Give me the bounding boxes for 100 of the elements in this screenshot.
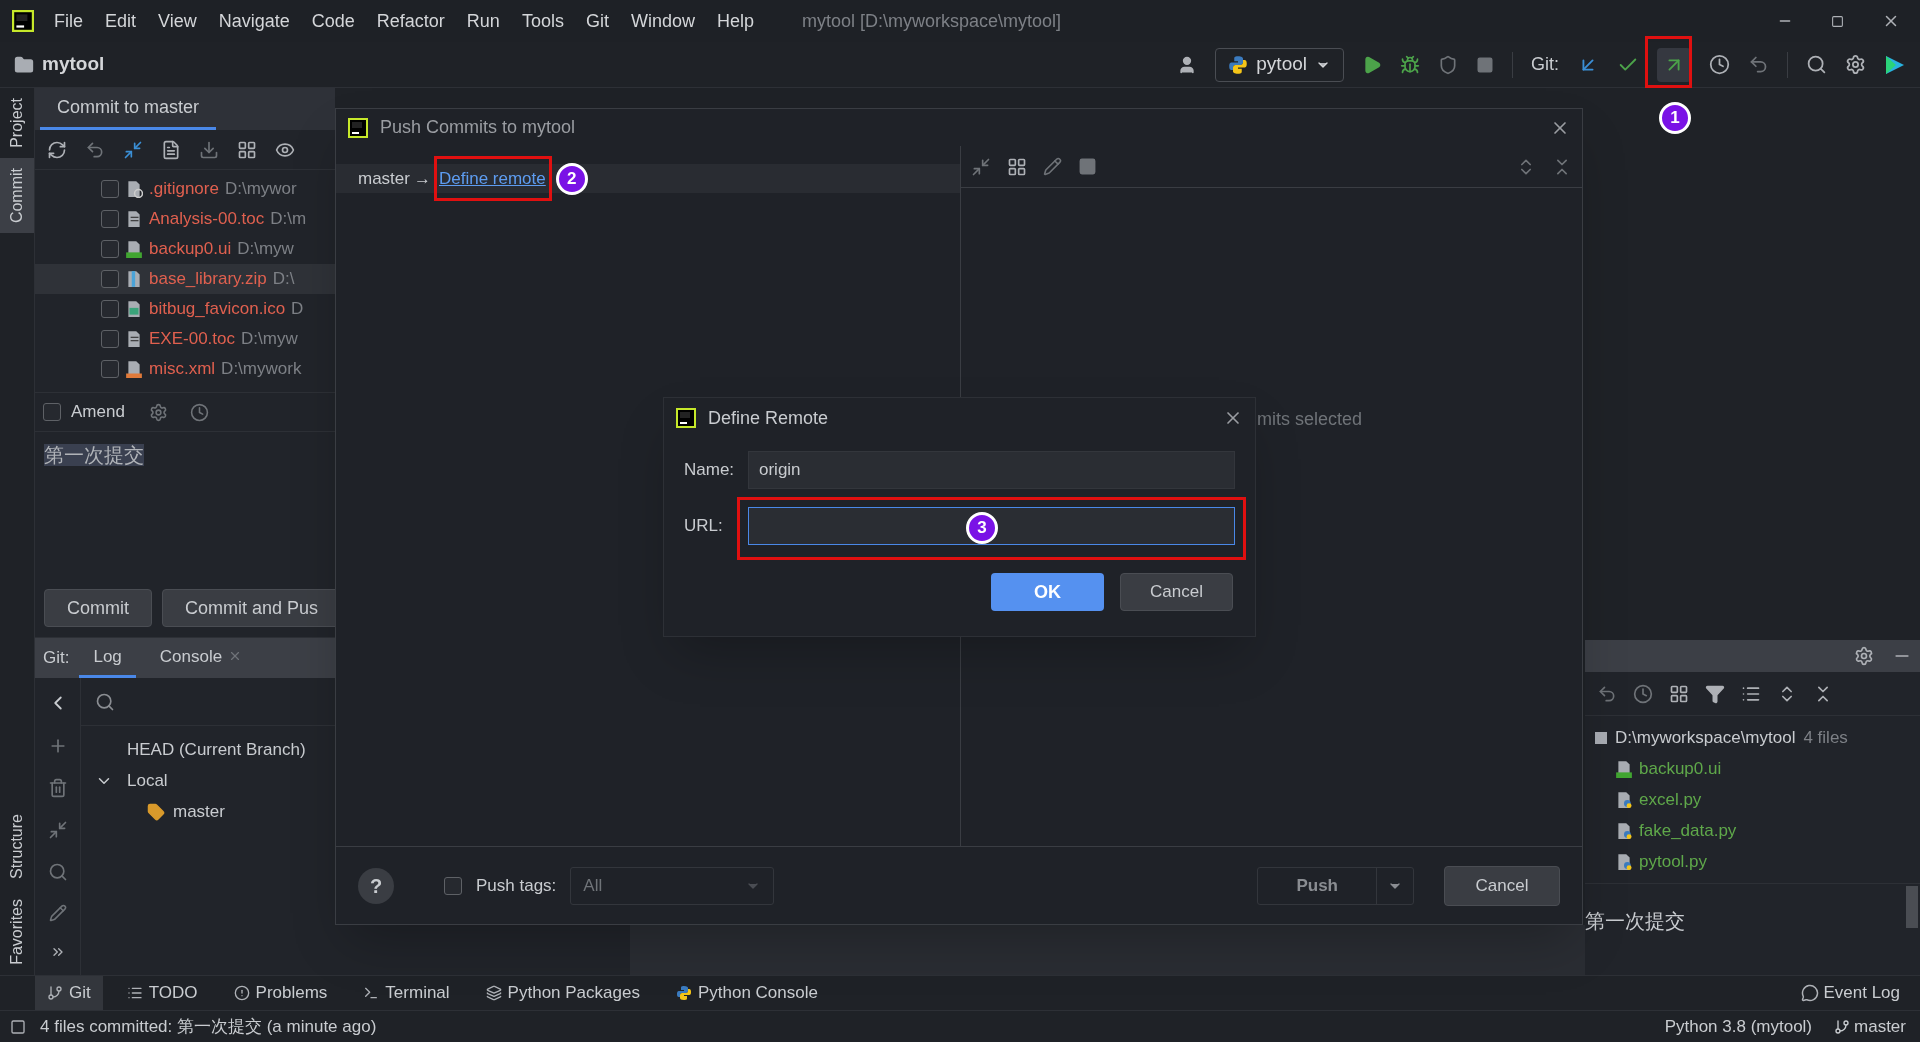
menu-item[interactable]: Navigate	[218, 7, 290, 35]
cancel-button[interactable]: Cancel	[1120, 573, 1233, 611]
help-button[interactable]: ?	[358, 867, 394, 904]
branch-status[interactable]: master	[1834, 1013, 1906, 1040]
checkbox[interactable]	[101, 360, 119, 378]
checkbox[interactable]	[101, 210, 119, 228]
run-config-dropdown[interactable]: pytool	[1215, 47, 1344, 82]
tool-window-button[interactable]: Problems	[221, 976, 340, 1010]
run-icon[interactable]	[1362, 54, 1382, 75]
commit-button[interactable]: Commit	[44, 589, 152, 627]
tool-window-button[interactable]: TODO	[114, 976, 210, 1010]
rollback-icon[interactable]	[1597, 683, 1617, 704]
download-icon[interactable]	[199, 139, 219, 160]
tool-window-button[interactable]: Terminal	[351, 976, 462, 1010]
checkbox[interactable]	[101, 180, 119, 198]
file-icon	[125, 300, 143, 318]
search-icon[interactable]	[1806, 54, 1827, 75]
pencil-icon[interactable]	[48, 904, 67, 922]
file-row[interactable]: backup0.ui D:\myw	[35, 234, 335, 264]
file-row[interactable]: EXE-00.toc D:\myw	[35, 324, 335, 354]
refresh-icon[interactable]	[47, 139, 67, 160]
search-icon[interactable]	[95, 691, 115, 712]
cancel-button[interactable]: Cancel	[1444, 865, 1560, 906]
compare-arrows-icon[interactable]	[971, 156, 991, 177]
commit-message[interactable]: 第一次提交	[44, 444, 144, 466]
amend-checkbox[interactable]	[43, 403, 61, 421]
stop-icon[interactable]	[1476, 55, 1494, 74]
project-name[interactable]: mytool	[42, 50, 105, 79]
tool-window-button[interactable]: Python Packages	[473, 976, 652, 1010]
commit-button[interactable]: Commit and Pus	[162, 589, 335, 627]
compare-arrows-icon[interactable]	[123, 139, 143, 160]
preview-icon[interactable]	[1078, 157, 1097, 176]
arrow-symbol: →	[413, 167, 431, 190]
tool-window-tab[interactable]: Structure	[0, 814, 43, 880]
menu-item[interactable]: Code	[311, 7, 355, 35]
history-icon[interactable]	[189, 402, 209, 422]
branch-item[interactable]: Local	[127, 767, 168, 794]
compare-arrows-icon[interactable]	[47, 820, 68, 840]
rollback-icon[interactable]	[85, 139, 105, 160]
history-icon[interactable]	[1709, 54, 1730, 75]
restore-icon[interactable]	[1831, 14, 1844, 28]
filter-icon[interactable]	[1705, 683, 1725, 704]
file-row[interactable]: base_library.zip D:\	[35, 264, 335, 294]
pencil-icon[interactable]	[1043, 157, 1062, 176]
menu-item[interactable]: Run	[466, 7, 500, 35]
settings-icon[interactable]	[1854, 646, 1874, 666]
push-tags-checkbox[interactable]	[444, 876, 462, 895]
file-row[interactable]: bitbug_favicon.ico D	[35, 294, 335, 324]
group-icon[interactable]	[237, 139, 257, 160]
file-name[interactable]: pytool.py	[1639, 848, 1708, 875]
panel-tab[interactable]: Log	[79, 643, 136, 678]
file-row[interactable]: misc.xml D:\mywork	[35, 354, 335, 384]
name-field[interactable]: origin	[748, 451, 1235, 489]
tool-window-button[interactable]: Git	[35, 976, 103, 1010]
file-name[interactable]: backup0.ui	[1639, 755, 1722, 782]
document-icon[interactable]	[161, 139, 181, 160]
delete-icon[interactable]	[47, 778, 68, 798]
checkbox[interactable]	[101, 240, 119, 258]
scrollbar-thumb[interactable]	[1906, 886, 1918, 928]
panel-tab[interactable]: Console	[145, 643, 257, 678]
history-icon[interactable]	[1633, 683, 1653, 704]
define-remote-link[interactable]: Define remote	[438, 165, 546, 192]
push-button[interactable]	[1657, 47, 1691, 82]
file-row[interactable]: .gitignore D:\mywor	[35, 174, 335, 204]
tool-window-button[interactable]: Python Console	[663, 976, 830, 1010]
tool-window-tab[interactable]: Commit	[0, 157, 34, 233]
branch-item[interactable]: HEAD (Current Branch)	[127, 736, 306, 763]
event-log-button[interactable]: Event Log	[1801, 980, 1900, 1006]
menu-item[interactable]: Help	[716, 7, 754, 35]
tool-window-tab[interactable]: Project	[0, 88, 34, 158]
amend-label: Amend	[71, 401, 125, 424]
tool-window-tab[interactable]: Favorites	[0, 899, 43, 965]
group-icon[interactable]	[1669, 683, 1689, 704]
push-button[interactable]: Push	[1257, 866, 1414, 905]
file-path: D:\m	[270, 208, 307, 231]
rollback-icon[interactable]	[1748, 54, 1769, 75]
menu-item[interactable]: View	[158, 7, 197, 35]
status-panel-icon[interactable]	[10, 1018, 26, 1035]
debug-icon[interactable]	[1400, 54, 1420, 75]
menu-item[interactable]: Tools	[521, 7, 564, 35]
menu-item[interactable]: Window	[630, 7, 695, 35]
checkbox[interactable]	[101, 270, 119, 288]
branch-item[interactable]: master	[173, 798, 225, 825]
menu-item[interactable]: Git	[585, 7, 609, 35]
settings-icon[interactable]	[1845, 54, 1866, 75]
toolbox-logo-icon[interactable]	[1884, 53, 1906, 76]
url-field[interactable]	[748, 507, 1235, 545]
file-row[interactable]: Analysis-00.toc D:\m	[35, 204, 335, 234]
settings-icon[interactable]	[148, 402, 168, 422]
coverage-icon[interactable]	[1438, 54, 1458, 75]
menu-item[interactable]: File	[54, 7, 83, 35]
interpreter-status[interactable]: Python 3.8 (mytool)	[1664, 1013, 1813, 1040]
group-icon[interactable]	[1007, 156, 1027, 177]
file-name[interactable]: fake_data.py	[1639, 817, 1737, 844]
menu-item[interactable]: Edit	[105, 7, 137, 35]
search-icon[interactable]	[47, 862, 68, 882]
checkbox[interactable]	[101, 330, 119, 348]
file-name[interactable]: excel.py	[1639, 786, 1702, 813]
menu-item[interactable]: Refactor	[376, 7, 445, 35]
checkbox[interactable]	[101, 300, 119, 318]
